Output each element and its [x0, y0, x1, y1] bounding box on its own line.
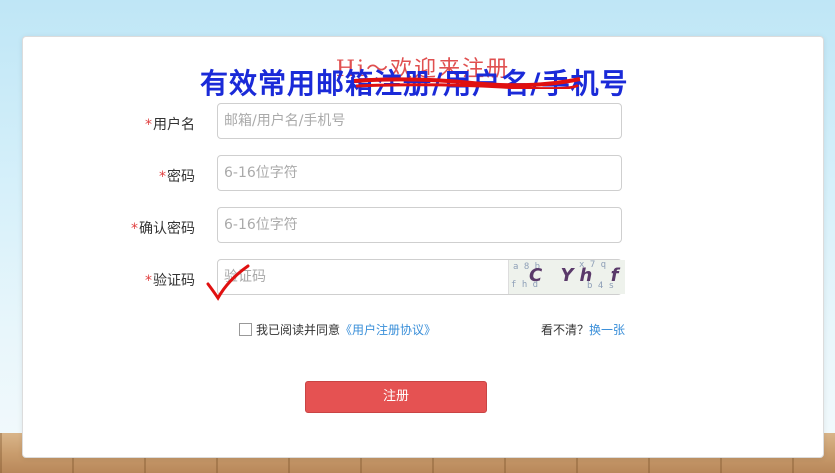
- captcha-label-text: 验证码: [153, 273, 195, 289]
- agreement-link[interactable]: 《用户注册协议》: [340, 323, 436, 337]
- register-button[interactable]: 注册: [305, 381, 487, 413]
- captcha-refresh: 看不清？换一张: [541, 321, 625, 338]
- refresh-prefix: 看不清？: [541, 323, 590, 337]
- required-mark: *: [131, 221, 138, 237]
- password-label: *密码: [75, 166, 195, 186]
- agree-text: 我已阅读并同意: [256, 323, 341, 337]
- agreement-row: 我已阅读并同意《用户注册协议》: [239, 321, 436, 338]
- password-label-text: 密码: [167, 169, 195, 185]
- confirm-password-input[interactable]: [217, 207, 622, 243]
- confirm-password-label: *确认密码: [75, 218, 195, 238]
- password-input[interactable]: [217, 155, 622, 191]
- required-mark: *: [145, 273, 152, 289]
- refresh-captcha-link[interactable]: 换一张: [589, 323, 625, 337]
- captcha-code: C Yh f: [529, 265, 625, 286]
- red-strikethrough: [353, 77, 581, 89]
- required-mark: *: [145, 117, 152, 133]
- captcha-label: *验证码: [75, 270, 195, 290]
- required-mark: *: [159, 169, 166, 185]
- captcha-image[interactable]: a 8 b x 7 q f h d b 4 s C Yh f: [508, 260, 625, 294]
- username-label: *用户名: [75, 114, 195, 134]
- username-input[interactable]: [217, 103, 622, 139]
- confirm-password-label-text: 确认密码: [139, 221, 195, 237]
- red-checkmark: [206, 264, 250, 301]
- agree-checkbox[interactable]: [239, 323, 252, 336]
- username-label-text: 用户名: [153, 117, 195, 133]
